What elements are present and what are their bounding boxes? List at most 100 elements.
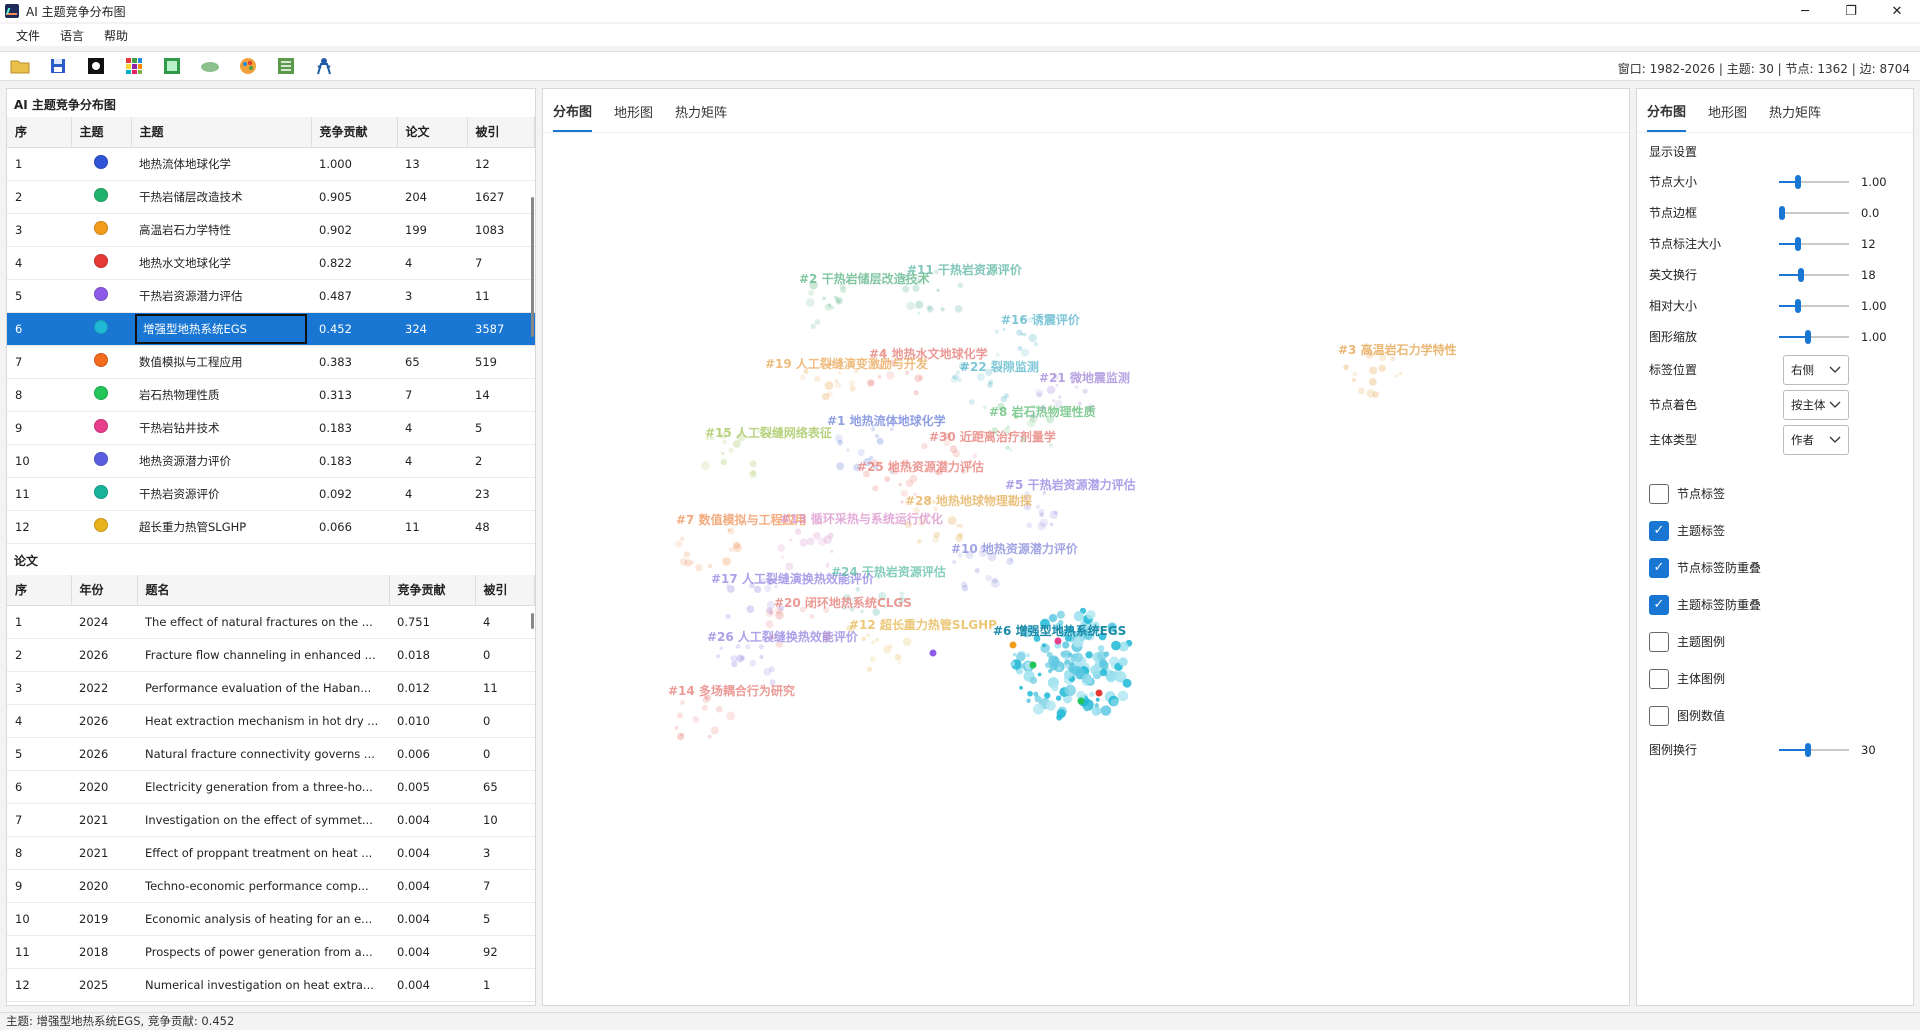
map-node[interactable]	[1033, 691, 1039, 697]
cluster-label[interactable]: #10 地热资源潜力评价	[951, 541, 1079, 556]
map-node[interactable]	[1079, 637, 1085, 643]
map-node[interactable]	[921, 442, 928, 450]
col-header-title[interactable]: 题名	[137, 575, 390, 606]
table-row[interactable]: 1 2024 The effect of natural fractures on …	[7, 605, 535, 639]
color-grid-icon[interactable]	[124, 56, 144, 76]
map-node[interactable]	[1056, 666, 1062, 672]
map-node[interactable]	[825, 562, 830, 567]
map-node[interactable]	[824, 303, 832, 311]
table-row[interactable]: 7 2021 Investigation on the effect of symm…	[7, 803, 535, 837]
map-node[interactable]	[692, 716, 699, 723]
setting-checkbox-row[interactable]: ✓ 主题标签	[1649, 512, 1901, 549]
map-node[interactable]	[728, 546, 734, 553]
setting-slider-5-slider[interactable]	[1779, 329, 1849, 344]
map-node[interactable]	[897, 660, 902, 665]
map-node[interactable]	[917, 539, 922, 544]
checkbox[interactable]: ✓	[1649, 594, 1669, 615]
map-node[interactable]	[849, 385, 856, 392]
cluster-label[interactable]: #13 循环采热与系统运行优化	[780, 511, 943, 526]
map-node[interactable]	[722, 557, 731, 566]
setting-slider-4-slider[interactable]	[1779, 298, 1849, 313]
map-node[interactable]	[904, 370, 910, 375]
map-node[interactable]	[1062, 641, 1070, 649]
map-node[interactable]	[727, 585, 735, 593]
col-header-year[interactable]: 年份	[71, 575, 138, 606]
map-node[interactable]	[876, 437, 884, 445]
cluster-label[interactable]: #28 地热地球物理勘探	[905, 493, 1032, 508]
map-node[interactable]	[1022, 332, 1027, 337]
tab-terrain-settings[interactable]: 地形图	[1708, 90, 1747, 131]
table-row[interactable]: 4 地热水文地球化学 0.822 4 7	[7, 246, 535, 280]
map-node[interactable]	[1016, 329, 1023, 336]
table-row[interactable]: 8 2021 Effect of proppant treatment on hea…	[7, 836, 535, 870]
map-node[interactable]	[1048, 613, 1058, 623]
map-node[interactable]	[814, 318, 821, 325]
map-node[interactable]	[1090, 664, 1101, 676]
map-node[interactable]	[1069, 661, 1075, 668]
map-node[interactable]	[909, 474, 918, 483]
map-node[interactable]	[855, 587, 861, 592]
map-node[interactable]	[1006, 557, 1014, 566]
checkbox[interactable]: ✓	[1649, 557, 1669, 578]
map-node[interactable]	[805, 298, 815, 307]
person-icon[interactable]	[314, 56, 334, 76]
map-node[interactable]	[870, 656, 876, 662]
cluster-label[interactable]: #20 闭环地热系统CLGS	[774, 595, 912, 610]
map-node[interactable]	[759, 655, 764, 660]
map-node[interactable]	[985, 574, 992, 582]
map-node[interactable]	[728, 447, 734, 454]
papers-scrollbar[interactable]	[531, 613, 534, 629]
map-node[interactable]	[1074, 385, 1079, 389]
map-node[interactable]	[1029, 661, 1037, 669]
map-node[interactable]	[1043, 692, 1051, 699]
legend-wrap-slider[interactable]	[1779, 742, 1849, 757]
map-node[interactable]	[1368, 378, 1377, 386]
minimize-button[interactable]: ─	[1782, 0, 1828, 22]
cluster-label[interactable]: #3 高温岩石力学特性	[1338, 342, 1457, 357]
map-node[interactable]	[1049, 510, 1059, 520]
menu-help[interactable]: 帮助	[94, 27, 138, 44]
map-node[interactable]	[846, 448, 850, 452]
map-node[interactable]	[1089, 691, 1095, 697]
cluster-label[interactable]: #22 裂隙监测	[960, 359, 1039, 374]
map-node[interactable]	[961, 584, 969, 592]
map-node[interactable]	[884, 476, 891, 482]
map-node[interactable]	[1085, 651, 1093, 659]
map-node[interactable]	[1033, 703, 1044, 715]
map-node[interactable]	[913, 390, 919, 396]
table-row[interactable]: 10 地热资源潜力评价 0.183 4 2	[7, 444, 535, 478]
map-node[interactable]	[1009, 641, 1017, 649]
setting-checkbox-row[interactable]: 图例数值	[1649, 697, 1901, 734]
checkbox[interactable]	[1649, 631, 1669, 652]
setting-dropdown[interactable]: 右侧	[1783, 354, 1849, 385]
map-node[interactable]	[1119, 672, 1126, 680]
slider-handle[interactable]	[1795, 236, 1801, 251]
setting-checkbox-row[interactable]: ✓ 主题标签防重叠	[1649, 586, 1901, 623]
map-node[interactable]	[1041, 643, 1046, 648]
map-node[interactable]	[799, 538, 808, 547]
map-node[interactable]	[1118, 657, 1128, 667]
checkbox[interactable]	[1649, 668, 1669, 689]
tab-distribution-settings[interactable]: 分布图	[1647, 89, 1687, 132]
map-node[interactable]	[883, 645, 892, 654]
open-folder-icon[interactable]	[10, 56, 30, 76]
setting-slider-1-slider[interactable]	[1779, 205, 1849, 220]
map-node[interactable]	[810, 323, 817, 330]
save-icon[interactable]	[48, 56, 68, 76]
map-node[interactable]	[1033, 341, 1039, 347]
map-node[interactable]	[814, 375, 821, 383]
map-node[interactable]	[733, 543, 742, 553]
map-node[interactable]	[898, 482, 903, 487]
map-node[interactable]	[875, 638, 880, 642]
map-node[interactable]	[1046, 385, 1056, 395]
cluster-label[interactable]: #19 人工裂缝演变激励与开发	[765, 356, 929, 371]
map-node[interactable]	[1064, 696, 1069, 700]
map-node[interactable]	[785, 562, 794, 571]
map-node[interactable]	[915, 300, 924, 309]
cluster-label[interactable]: #14 多场耦合行为研究	[668, 683, 795, 698]
map-node[interactable]	[716, 654, 721, 659]
cloud-icon[interactable]	[200, 56, 220, 76]
tab-distribution[interactable]: 分布图	[553, 89, 593, 132]
map-node[interactable]	[957, 282, 964, 289]
map-node[interactable]	[701, 704, 708, 711]
